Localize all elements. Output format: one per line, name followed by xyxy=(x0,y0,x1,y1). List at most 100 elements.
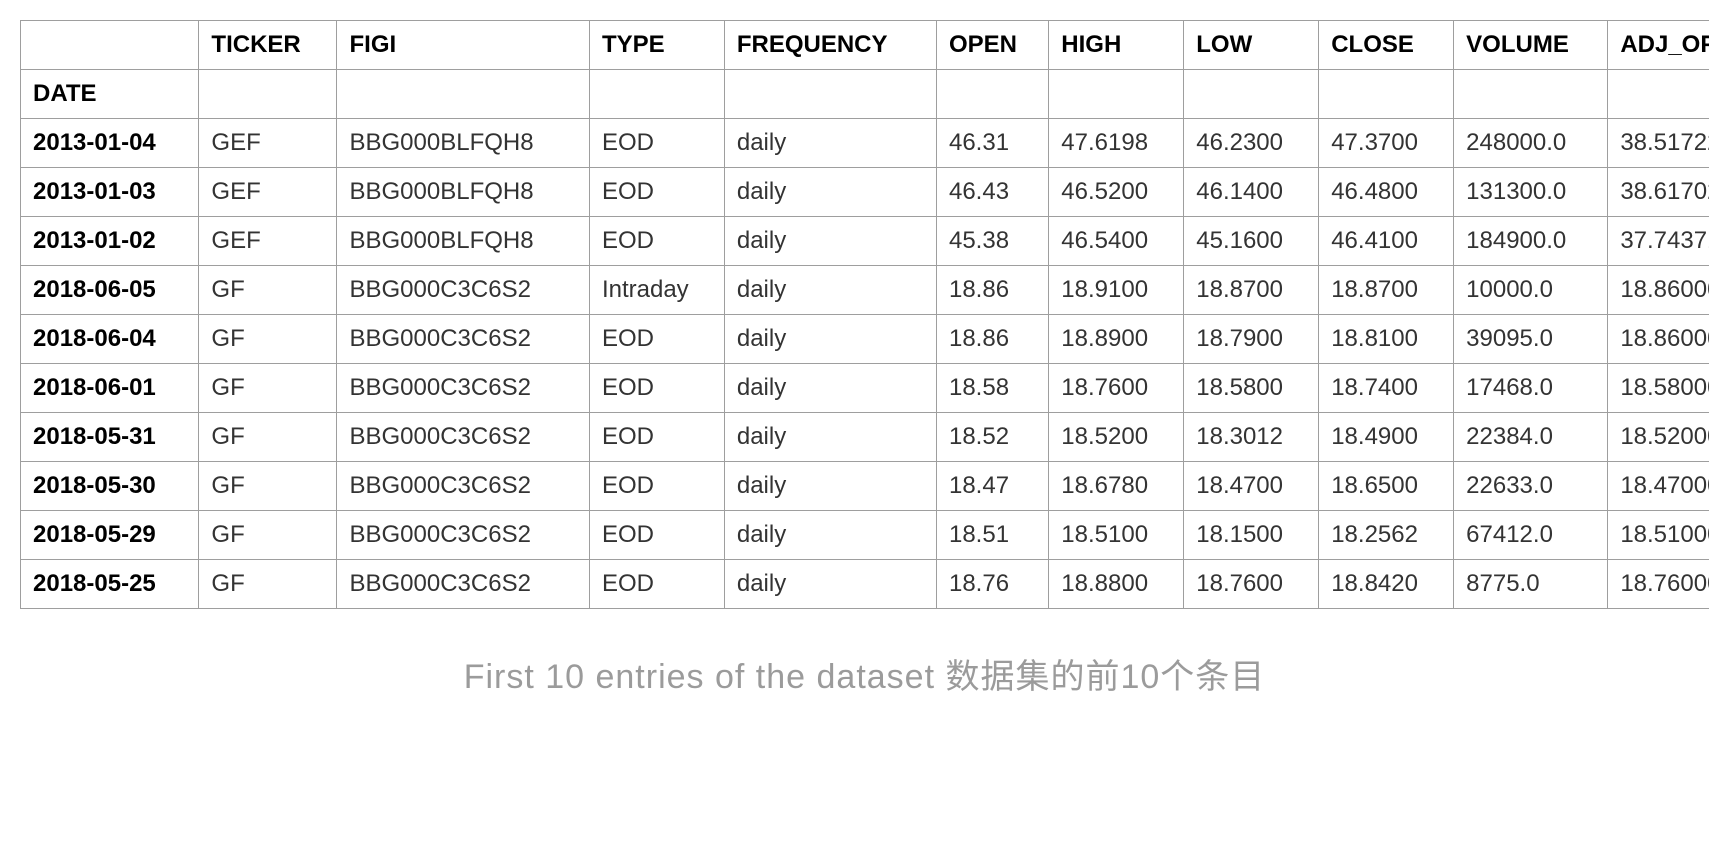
data-cell: daily xyxy=(724,462,936,511)
data-cell: 18.860000 xyxy=(1608,315,1709,364)
date-cell: 2018-05-25 xyxy=(21,560,199,609)
data-cell: 38.517220 xyxy=(1608,119,1709,168)
table-row: 2013-01-04GEFBBG000BLFQH8EODdaily46.3147… xyxy=(21,119,1710,168)
data-cell: 18.86 xyxy=(936,315,1048,364)
data-cell: daily xyxy=(724,119,936,168)
data-cell: 18.470000 xyxy=(1608,462,1709,511)
data-cell: 18.580000 xyxy=(1608,364,1709,413)
data-cell: EOD xyxy=(589,217,724,266)
empty-cell xyxy=(1608,70,1709,119)
table-row: 2018-06-01GFBBG000C3C6S2EODdaily18.5818.… xyxy=(21,364,1710,413)
empty-cell xyxy=(589,70,724,119)
data-cell: 18.51 xyxy=(936,511,1048,560)
data-cell: 18.9100 xyxy=(1049,266,1184,315)
data-cell: 18.7400 xyxy=(1319,364,1454,413)
data-cell: daily xyxy=(724,168,936,217)
data-cell: GEF xyxy=(199,168,337,217)
data-cell: daily xyxy=(724,266,936,315)
data-cell: 18.520000 xyxy=(1608,413,1709,462)
table-header-row: TICKERFIGITYPEFREQUENCYOPENHIGHLOWCLOSEV… xyxy=(21,21,1710,70)
column-header: FIGI xyxy=(337,21,589,70)
data-cell: 131300.0 xyxy=(1454,168,1608,217)
data-cell: 17468.0 xyxy=(1454,364,1608,413)
data-cell: daily xyxy=(724,315,936,364)
data-cell: GF xyxy=(199,560,337,609)
table-row: 2018-05-29GFBBG000C3C6S2EODdaily18.5118.… xyxy=(21,511,1710,560)
data-cell: 18.52 xyxy=(936,413,1048,462)
data-cell: 46.4100 xyxy=(1319,217,1454,266)
date-cell: 2018-05-30 xyxy=(21,462,199,511)
data-cell: GEF xyxy=(199,119,337,168)
empty-cell xyxy=(936,70,1048,119)
data-cell: 46.2300 xyxy=(1184,119,1319,168)
table-row: 2018-05-30GFBBG000C3C6S2EODdaily18.4718.… xyxy=(21,462,1710,511)
column-header: OPEN xyxy=(936,21,1048,70)
data-cell: 18.86 xyxy=(936,266,1048,315)
index-label-row: DATE xyxy=(21,70,1710,119)
data-cell: 38.617027 xyxy=(1608,168,1709,217)
data-cell: 47.6198 xyxy=(1049,119,1184,168)
data-cell: 18.8420 xyxy=(1319,560,1454,609)
index-corner-cell xyxy=(21,21,199,70)
data-cell: EOD xyxy=(589,511,724,560)
data-cell: 46.5400 xyxy=(1049,217,1184,266)
data-cell: 18.76 xyxy=(936,560,1048,609)
date-cell: 2018-06-05 xyxy=(21,266,199,315)
table-row: 2018-06-05GFBBG000C3C6S2Intradaydaily18.… xyxy=(21,266,1710,315)
empty-cell xyxy=(1454,70,1608,119)
data-cell: daily xyxy=(724,560,936,609)
data-cell: 18.8100 xyxy=(1319,315,1454,364)
date-cell: 2018-05-31 xyxy=(21,413,199,462)
data-cell: 18.1500 xyxy=(1184,511,1319,560)
data-cell: 46.4800 xyxy=(1319,168,1454,217)
data-cell: 18.8800 xyxy=(1049,560,1184,609)
data-cell: 18.4700 xyxy=(1184,462,1319,511)
date-cell: 2018-06-01 xyxy=(21,364,199,413)
data-cell: 67412.0 xyxy=(1454,511,1608,560)
data-cell: 18.8700 xyxy=(1319,266,1454,315)
data-cell: 18.2562 xyxy=(1319,511,1454,560)
data-cell: BBG000C3C6S2 xyxy=(337,462,589,511)
data-cell: 18.8900 xyxy=(1049,315,1184,364)
data-cell: EOD xyxy=(589,462,724,511)
data-cell: 18.7900 xyxy=(1184,315,1319,364)
data-cell: 10000.0 xyxy=(1454,266,1608,315)
data-cell: 18.7600 xyxy=(1184,560,1319,609)
data-cell: 45.38 xyxy=(936,217,1048,266)
data-cell: Intraday xyxy=(589,266,724,315)
figure-caption: First 10 entries of the dataset 数据集的前10个… xyxy=(20,649,1709,698)
data-cell: EOD xyxy=(589,560,724,609)
data-cell: 46.5200 xyxy=(1049,168,1184,217)
column-header: VOLUME xyxy=(1454,21,1608,70)
table-row: 2018-06-04GFBBG000C3C6S2EODdaily18.8618.… xyxy=(21,315,1710,364)
data-cell: 22384.0 xyxy=(1454,413,1608,462)
column-header: CLOSE xyxy=(1319,21,1454,70)
table-row: 2018-05-25GFBBG000C3C6S2EODdaily18.7618.… xyxy=(21,560,1710,609)
data-cell: 22633.0 xyxy=(1454,462,1608,511)
data-cell: EOD xyxy=(589,364,724,413)
data-cell: GF xyxy=(199,511,337,560)
data-cell: 18.47 xyxy=(936,462,1048,511)
data-cell: BBG000BLFQH8 xyxy=(337,217,589,266)
data-cell: GF xyxy=(199,413,337,462)
column-header: ADJ_OPEN xyxy=(1608,21,1709,70)
empty-cell xyxy=(1184,70,1319,119)
date-cell: 2013-01-02 xyxy=(21,217,199,266)
table-scroll-region[interactable]: TICKERFIGITYPEFREQUENCYOPENHIGHLOWCLOSEV… xyxy=(20,20,1709,609)
empty-cell xyxy=(199,70,337,119)
data-cell: 46.31 xyxy=(936,119,1048,168)
date-cell: 2018-05-29 xyxy=(21,511,199,560)
data-cell: 248000.0 xyxy=(1454,119,1608,168)
data-cell: 18.760000 xyxy=(1608,560,1709,609)
empty-cell xyxy=(1319,70,1454,119)
data-cell: 18.860000 xyxy=(1608,266,1709,315)
data-cell: EOD xyxy=(589,413,724,462)
data-cell: daily xyxy=(724,413,936,462)
data-cell: 46.43 xyxy=(936,168,1048,217)
table-row: 2013-01-03GEFBBG000BLFQH8EODdaily46.4346… xyxy=(21,168,1710,217)
table-row: 2018-05-31GFBBG000C3C6S2EODdaily18.5218.… xyxy=(21,413,1710,462)
data-cell: BBG000C3C6S2 xyxy=(337,364,589,413)
column-header: FREQUENCY xyxy=(724,21,936,70)
data-cell: BBG000C3C6S2 xyxy=(337,511,589,560)
data-cell: 18.5800 xyxy=(1184,364,1319,413)
